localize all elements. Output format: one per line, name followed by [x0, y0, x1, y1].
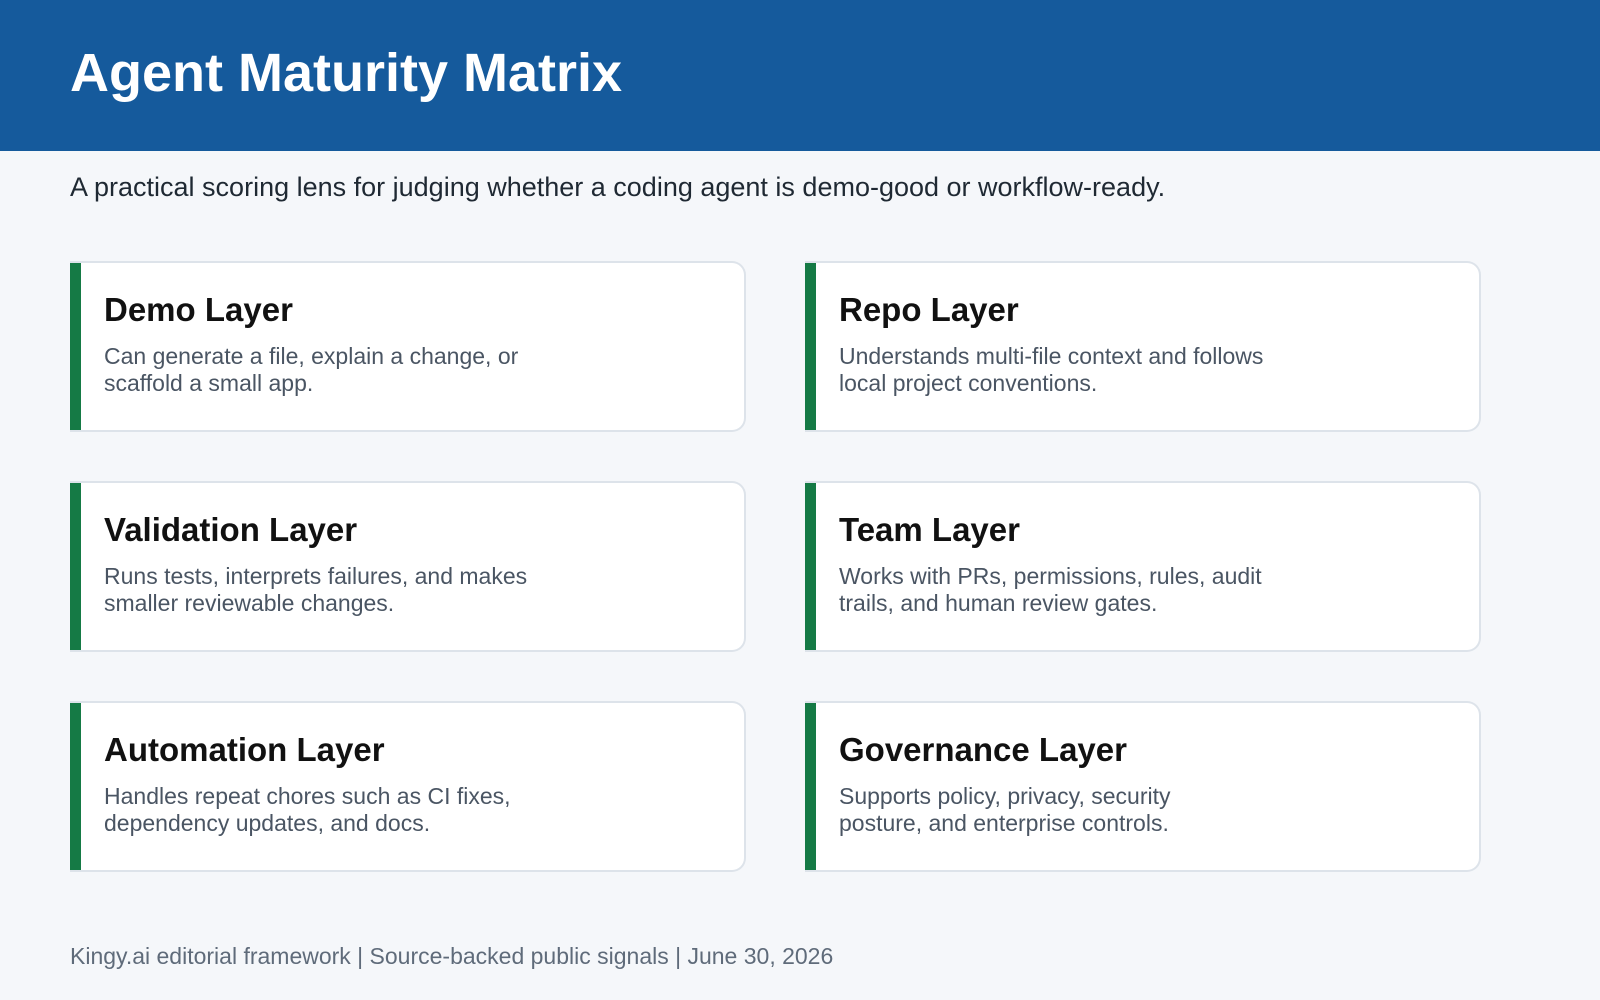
demo-layer-description-line-1: Can generate a file, explain a change, o… — [104, 343, 519, 369]
repo-layer-title: Repo Layer — [839, 291, 1019, 328]
governance-layer-title: Governance Layer — [839, 731, 1127, 768]
demo-layer-description: Can generate a file, explain a change, o… — [104, 343, 564, 397]
team-layer-description-line-2: trails, and human review gates. — [839, 590, 1158, 616]
team-layer-title: Team Layer — [839, 511, 1020, 548]
page-title: Agent Maturity Matrix — [70, 43, 623, 103]
team-layer-description: Works with PRs, permissions, rules, audi… — [839, 563, 1299, 617]
governance-layer-description-line-2: posture, and enterprise controls. — [839, 810, 1169, 836]
validation-layer-card: Validation Layer Runs tests, interprets … — [70, 481, 746, 652]
repo-layer-description: Understands multi-file context and follo… — [839, 343, 1299, 397]
validation-layer-description: Runs tests, interprets failures, and mak… — [104, 563, 564, 617]
repo-layer-description-line-2: local project conventions. — [839, 370, 1098, 396]
repo-layer-card: Repo Layer Understands multi-file contex… — [805, 261, 1481, 432]
repo-layer-description-line-1: Understands multi-file context and follo… — [839, 343, 1264, 369]
governance-layer-card: Governance Layer Supports policy, privac… — [805, 701, 1481, 872]
validation-layer-description-line-2: smaller reviewable changes. — [104, 590, 395, 616]
source-footer: Kingy.ai editorial framework | Source-ba… — [70, 943, 834, 969]
automation-layer-description-line-2: dependency updates, and docs. — [104, 810, 431, 836]
demo-layer-description-line-2: scaffold a small app. — [104, 370, 314, 396]
header-banner: Agent Maturity Matrix — [0, 0, 1600, 151]
demo-layer-card: Demo Layer Can generate a file, explain … — [70, 261, 746, 432]
governance-layer-description: Supports policy, privacy, security postu… — [839, 783, 1299, 837]
team-layer-card: Team Layer Works with PRs, permissions, … — [805, 481, 1481, 652]
governance-layer-description-line-1: Supports policy, privacy, security — [839, 783, 1171, 809]
automation-layer-card: Automation Layer Handles repeat chores s… — [70, 701, 746, 872]
validation-layer-description-line-1: Runs tests, interprets failures, and mak… — [104, 563, 528, 589]
automation-layer-description-line-1: Handles repeat chores such as CI fixes, — [104, 783, 511, 809]
validation-layer-title: Validation Layer — [104, 511, 358, 548]
demo-layer-title: Demo Layer — [104, 291, 293, 328]
automation-layer-description: Handles repeat chores such as CI fixes, … — [104, 783, 564, 837]
team-layer-description-line-1: Works with PRs, permissions, rules, audi… — [839, 563, 1262, 589]
automation-layer-title: Automation Layer — [104, 731, 385, 768]
page-subtitle: A practical scoring lens for judging whe… — [70, 172, 1166, 202]
